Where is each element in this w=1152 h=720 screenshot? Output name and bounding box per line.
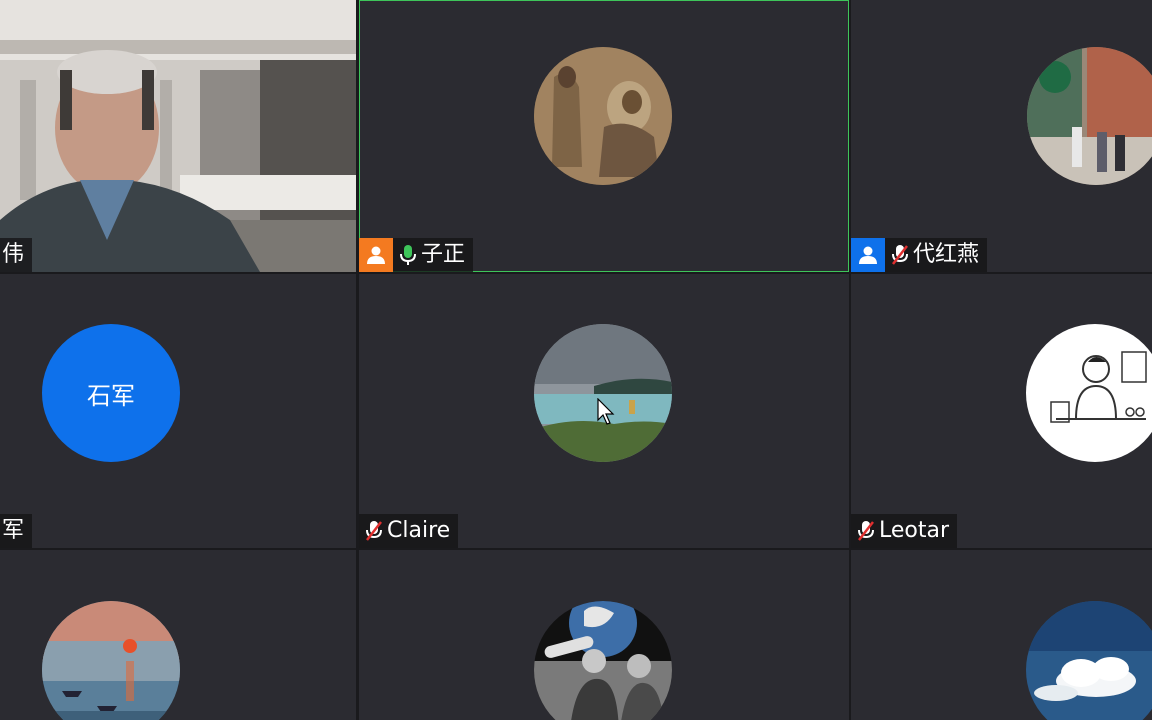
microphone-muted-icon [855,518,877,544]
mouse-cursor-icon [597,398,615,425]
street-photo-avatar [1027,47,1152,185]
initials-avatar: 石军 [42,324,180,462]
kids-telescope-earth-avatar [534,601,672,720]
participant-name: Leotar [879,518,950,543]
participant-tile[interactable] [359,550,849,720]
participant-name-tag: Claire [359,514,459,548]
gallery-view: 伟 子正 代红燕 石军 军 Claire Leotar [0,0,1152,720]
participant-name-tag: 伟 [0,238,33,272]
participant-name: 代红燕 [913,242,980,267]
microphone-muted-icon [889,242,911,268]
participant-tile-video[interactable]: 伟 [0,0,356,272]
camera-video-feed [0,0,356,272]
participant-name-tag: 子正 [359,238,474,272]
participant-name-tag: 代红燕 [851,238,988,272]
impression-sunrise-avatar [42,601,180,720]
participant-tile[interactable]: 代红燕 [851,0,1152,272]
participant-tile[interactable]: 石军 军 [0,274,356,548]
participant-name: 军 [2,518,25,543]
participant-tile[interactable] [851,550,1152,720]
participant-name: 伟 [2,242,25,267]
participant-tile[interactable] [0,550,356,720]
participant-tile-active-speaker[interactable]: 子正 [359,0,849,272]
host-badge-icon [359,238,393,272]
cohost-badge-icon [851,238,885,272]
lake-landscape-avatar [534,324,672,462]
participant-tile[interactable]: Claire [359,274,849,548]
participant-name: 子正 [421,242,466,267]
participant-name-tag: 军 [0,514,33,548]
cloud-sky-avatar [1026,601,1152,720]
microphone-on-icon [397,242,419,268]
buddha-painting-avatar [534,47,672,185]
avatar-initials: 石军 [87,381,135,410]
participant-name: Claire [387,518,451,543]
microphone-muted-icon [363,518,385,544]
sketch-person-avatar [1026,324,1152,462]
participant-tile[interactable]: Leotar [851,274,1152,548]
participant-name-tag: Leotar [851,514,958,548]
